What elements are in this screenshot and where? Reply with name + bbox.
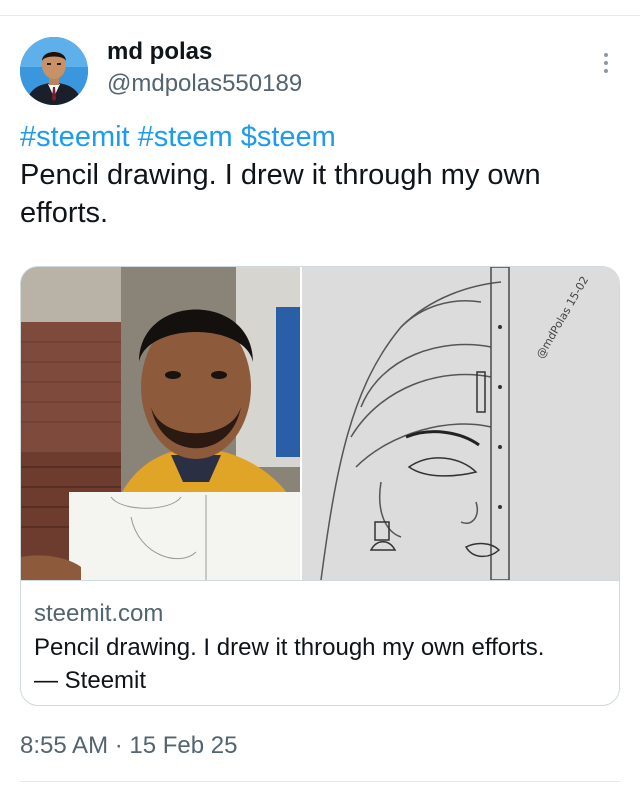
hashtag-link[interactable]: #steemit [20, 121, 130, 153]
tweet-text: #steemit #steem $steem Pencil drawing. I d… [20, 118, 620, 232]
card-title-text: Pencil drawing. I drew it through my own… [34, 634, 545, 661]
bottom-divider [20, 781, 620, 782]
timestamp-separator: · [114, 732, 123, 759]
card-source: — Steemit [34, 667, 147, 694]
link-card[interactable]: @mdPolas 15-02 steemit.com Pencil drawin… [20, 266, 620, 706]
more-options-button[interactable] [592, 48, 620, 78]
avatar-image [20, 37, 88, 105]
tweet-time: 8:55 AM [20, 732, 109, 759]
more-vertical-icon [604, 69, 608, 73]
more-vertical-icon [604, 61, 608, 65]
card-drawing-right: @mdPolas 15-02 [300, 267, 619, 580]
hashtag-link[interactable]: #steem [138, 121, 233, 153]
tweet-date: 15 Feb 25 [129, 732, 238, 759]
card-image[interactable]: @mdPolas 15-02 [21, 267, 619, 580]
card-photo-left [21, 267, 301, 580]
author-handle[interactable]: @mdpolas550189 [107, 69, 302, 99]
tweet-body: Pencil drawing. I drew it through my own… [20, 159, 541, 229]
card-title: Pencil drawing. I drew it through my own… [34, 631, 614, 697]
tweet-timestamp[interactable]: 8:55 AM · 15 Feb 25 [20, 730, 238, 762]
cashtag-link[interactable]: $steem [241, 121, 336, 153]
avatar[interactable] [20, 37, 88, 105]
card-domain: steemit.com [34, 600, 164, 627]
author-display-name[interactable]: md polas [107, 36, 212, 68]
more-vertical-icon [604, 53, 608, 57]
card-meta: steemit.com Pencil drawing. I drew it th… [21, 580, 619, 705]
top-divider [0, 15, 640, 16]
hashtag-row: #steemit #steem $steem [20, 118, 620, 156]
